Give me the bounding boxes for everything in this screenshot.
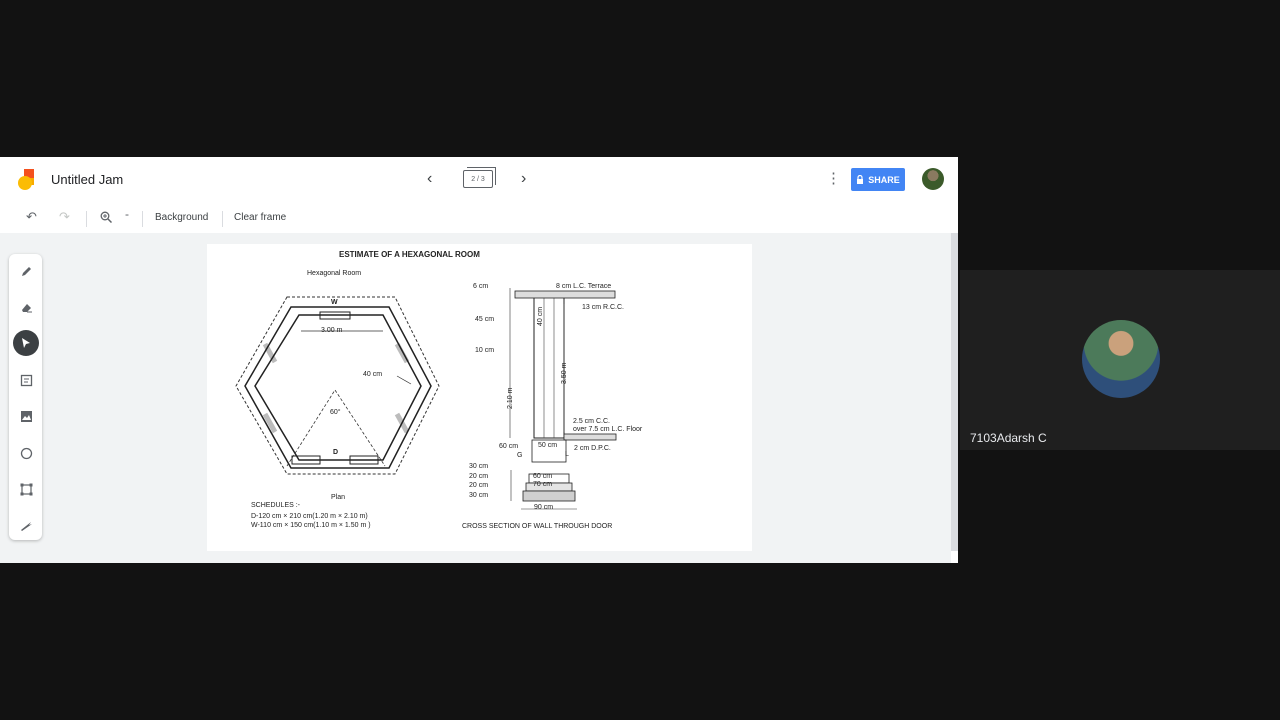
tool-palette [9,254,42,540]
schedule-d: D-120 cm × 210 cm(1.20 m × 2.10 m) [251,513,368,520]
cs-10cm: 10 cm [475,347,495,354]
pen-icon [21,266,31,276]
cs-50cm: 50 cm [538,442,558,449]
cs-6cm: 6 cm [473,283,489,290]
more-options-icon[interactable]: ⋮ [826,169,841,187]
cs-45cm: 45 cm [475,316,495,323]
cs-cc: 2.5 cm C.C. [573,418,610,425]
edit-toolbar: ↶ ↷ - Background Clear frame [0,203,958,233]
cs-60cm: 60 cm [499,443,519,450]
cs-caption: CROSS SECTION OF WALL THROUGH DOOR [462,523,613,530]
cs-g: G [517,452,523,459]
lock-icon [857,175,864,184]
frame-indicator[interactable]: 2 / 3 [463,167,496,188]
circle-icon [20,447,32,459]
image-icon [20,410,32,422]
text-box-tool[interactable] [13,476,39,502]
top-bar: Untitled Jam ‹ 2 / 3 › ⋮ SHARE [0,157,958,203]
clear-frame-button[interactable]: Clear frame [234,212,286,223]
cs-30cm-a: 30 cm [469,463,489,470]
share-button[interactable]: SHARE [851,168,905,191]
shape-tool[interactable] [13,440,39,466]
cs-3-50m: 3.50 m [561,362,568,384]
cs-dpc: 2 cm D.P.C. [574,445,611,452]
jam-window: Untitled Jam ‹ 2 / 3 › ⋮ SHARE ↶ ↷ - Bac… [0,157,958,563]
eraser-icon [21,303,32,312]
participant-name: 7103Adarsh C [970,431,1047,445]
share-label: SHARE [868,174,900,185]
undo-icon[interactable]: ↶ [26,209,37,225]
eraser-tool[interactable] [13,294,39,320]
frame-indicator-text: 2 / 3 [471,175,485,183]
zoom-dropdown-icon[interactable]: - [125,207,129,221]
select-icon [22,338,30,348]
dim-40cm: 40 cm [363,371,383,378]
door-label-d: D [333,449,339,456]
laser-icon [20,521,32,531]
estimate-drawing[interactable]: ESTIMATE OF A HEXAGONAL ROOM Hexagonal R… [207,244,752,551]
toolbar-divider [142,211,143,227]
image-tool[interactable] [13,403,39,429]
user-avatar[interactable] [922,168,944,190]
cs-terrace: 8 cm L.C. Terrace [556,283,612,290]
window-label-w: W [331,299,338,306]
zoom-in-icon[interactable] [100,211,112,223]
cs-2-10m: 2.10 m [507,387,514,409]
cs-rcc: 13 cm R.C.C. [582,304,625,311]
text-box-icon [20,483,32,495]
cs-floor: over 7.5 cm L.C. Floor [573,426,643,433]
cs-20cm-b: 20 cm [469,482,489,489]
cs-20cm-a: 20 cm [469,473,489,480]
participant-avatar [1082,320,1160,398]
sticky-note-icon [20,374,32,386]
toolbar-divider [86,211,87,227]
schedule-w: W-110 cm × 150 cm(1.10 m × 1.50 m ) [251,522,371,529]
select-tool[interactable] [13,330,39,356]
dim-3m: 3.00 m [321,327,343,334]
sticky-note-tool[interactable] [13,367,39,393]
plan-caption: Plan [331,494,346,501]
cs-90cm: 90 cm [534,504,554,511]
redo-icon[interactable]: ↷ [59,209,70,225]
pen-tool[interactable] [13,258,39,284]
schedules-title: SCHEDULES :- [251,502,301,509]
plan-heading: Hexagonal Room [307,270,362,277]
previous-frame-button[interactable]: ‹ [427,170,432,188]
next-frame-button[interactable]: › [521,170,526,188]
drawing-title: ESTIMATE OF A HEXAGONAL ROOM [339,250,480,259]
angle-60: 60° [330,409,341,416]
jamboard-logo-icon [18,169,34,190]
cs-40cm: 40 cm [537,306,544,326]
cs-30cm-b: 30 cm [469,492,489,499]
laser-tool[interactable] [13,512,39,538]
jam-title[interactable]: Untitled Jam [51,172,123,187]
cs-60cm-b: 60 cm [533,473,553,480]
cs-l: L [565,451,569,458]
vertical-scrollbar[interactable] [951,233,958,551]
toolbar-divider [222,211,223,227]
background-button[interactable]: Background [155,212,208,223]
cs-70cm: 70 cm [533,481,553,488]
